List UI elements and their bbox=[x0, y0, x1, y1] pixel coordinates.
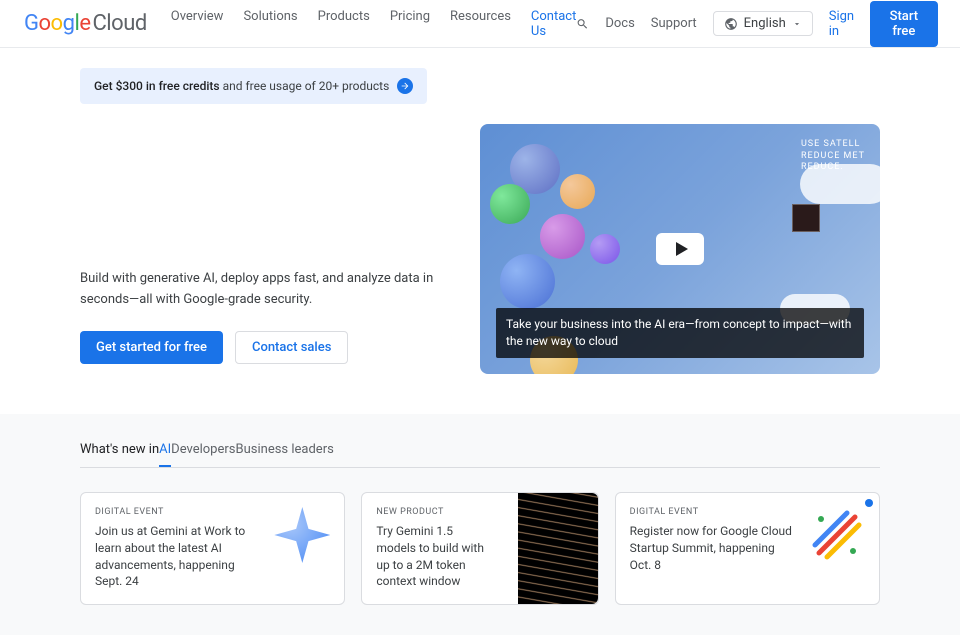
gemini-spark-icon bbox=[274, 507, 330, 563]
promo-banner[interactable]: Get $300 in free credits and free usage … bbox=[80, 68, 427, 104]
card-eyebrow: DIGITAL EVENT bbox=[630, 507, 797, 517]
chevron-down-icon bbox=[792, 19, 802, 29]
video-overlay-text: USE SATELL REDUCE MET REDUCE. bbox=[801, 139, 865, 174]
whats-new-section: What's new in AI Developers Business lea… bbox=[0, 414, 960, 635]
hero-video[interactable]: USE SATELL REDUCE MET REDUCE. Take your … bbox=[480, 124, 880, 374]
tab-developers[interactable]: Developers bbox=[171, 434, 235, 467]
get-started-button[interactable]: Get started for free bbox=[80, 331, 223, 364]
start-free-button[interactable]: Start free bbox=[870, 1, 937, 47]
hero-description: Build with generative AI, deploy apps fa… bbox=[80, 269, 440, 311]
promo-rest: and free usage of 20+ products bbox=[220, 79, 390, 93]
tab-ai[interactable]: AI bbox=[159, 434, 171, 467]
main-nav: Overview Solutions Products Pricing Reso… bbox=[171, 9, 577, 39]
header-right: Docs Support English Sign in Start free bbox=[576, 1, 937, 47]
contact-sales-button[interactable]: Contact sales bbox=[235, 331, 348, 364]
nav-resources[interactable]: Resources bbox=[450, 9, 511, 39]
docs-link[interactable]: Docs bbox=[605, 16, 634, 31]
support-link[interactable]: Support bbox=[651, 16, 697, 31]
globe-icon bbox=[724, 17, 738, 31]
card-title: Register now for Google Cloud Startup Su… bbox=[630, 523, 797, 573]
search-icon[interactable] bbox=[576, 14, 589, 34]
play-icon[interactable] bbox=[656, 233, 704, 265]
nav-contact-us[interactable]: Contact Us bbox=[531, 9, 576, 39]
logo[interactable]: Google Cloud bbox=[24, 11, 147, 36]
badge-icon bbox=[865, 499, 873, 507]
promo-bold: Get $300 in free credits bbox=[94, 79, 220, 93]
card-startup-summit[interactable]: DIGITAL EVENT Register now for Google Cl… bbox=[615, 492, 880, 605]
sign-in-link[interactable]: Sign in bbox=[829, 9, 854, 39]
whats-new-label: What's new in bbox=[80, 434, 159, 467]
card-eyebrow: DIGITAL EVENT bbox=[95, 507, 262, 517]
nav-pricing[interactable]: Pricing bbox=[390, 9, 430, 39]
waves-image bbox=[518, 493, 598, 604]
card-eyebrow: NEW PRODUCT bbox=[376, 507, 491, 517]
header-left: Google Cloud Overview Solutions Products… bbox=[24, 9, 576, 39]
hero-video-wrap: USE SATELL REDUCE MET REDUCE. Take your … bbox=[480, 124, 880, 374]
whats-new-tabs: What's new in AI Developers Business lea… bbox=[80, 434, 880, 468]
arrow-right-icon bbox=[397, 78, 413, 94]
main-content: Get $300 in free credits and free usage … bbox=[0, 48, 960, 374]
language-label: English bbox=[744, 16, 786, 31]
hero-buttons: Get started for free Contact sales bbox=[80, 331, 440, 364]
card-gemini-at-work[interactable]: DIGITAL EVENT Join us at Gemini at Work … bbox=[80, 492, 345, 605]
header: Google Cloud Overview Solutions Products… bbox=[0, 0, 960, 48]
video-caption: Take your business into the AI era—from … bbox=[496, 308, 864, 358]
hero-text: Build with generative AI, deploy apps fa… bbox=[80, 124, 440, 374]
nav-solutions[interactable]: Solutions bbox=[243, 9, 297, 39]
tab-business-leaders[interactable]: Business leaders bbox=[236, 434, 334, 467]
card-title: Join us at Gemini at Work to learn about… bbox=[95, 523, 262, 590]
card-gemini-models[interactable]: NEW PRODUCT Try Gemini 1.5 models to bui… bbox=[361, 492, 598, 605]
stripes-icon bbox=[809, 507, 865, 563]
card-title: Try Gemini 1.5 models to build with up t… bbox=[376, 523, 491, 590]
nav-overview[interactable]: Overview bbox=[171, 9, 224, 39]
hero-section: Build with generative AI, deploy apps fa… bbox=[80, 124, 880, 374]
cards-row: DIGITAL EVENT Join us at Gemini at Work … bbox=[80, 492, 880, 605]
language-selector[interactable]: English bbox=[713, 11, 813, 36]
nav-products[interactable]: Products bbox=[318, 9, 370, 39]
video-poster-thumb bbox=[792, 204, 820, 232]
